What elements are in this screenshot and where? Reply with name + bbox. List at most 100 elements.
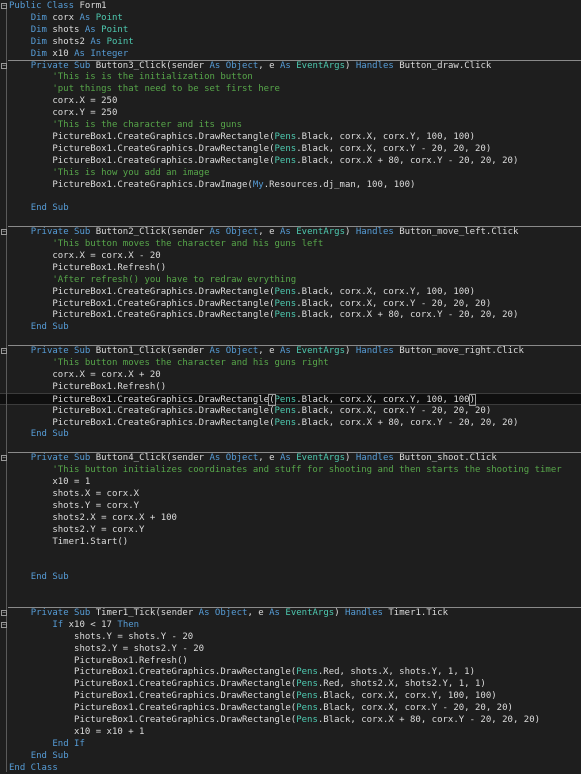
code-line[interactable]: shots.Y = corx.Y	[0, 500, 581, 512]
code-token: Button1_Click(sender	[95, 346, 210, 357]
code-line-text: shots.X = corx.X	[9, 488, 139, 500]
code-line[interactable]: End Sub	[0, 202, 581, 214]
code-line[interactable]: PictureBox1.Refresh()	[0, 655, 581, 667]
code-line[interactable]: PictureBox1.CreateGraphics.DrawRectangle…	[0, 155, 581, 167]
current-code-line[interactable]: PictureBox1.CreateGraphics.DrawRectangle…	[0, 392, 581, 406]
code-token: PictureBox1.Refresh()	[9, 262, 167, 273]
code-line[interactable]: PictureBox1.CreateGraphics.DrawRectangle…	[0, 417, 581, 429]
code-line[interactable]: 'This is the character and its guns	[0, 119, 581, 131]
code-line[interactable]: x10 = 1	[0, 476, 581, 488]
code-token: PictureBox1.CreateGraphics.DrawRectangle…	[9, 405, 275, 416]
code-line[interactable]: PictureBox1.Refresh()	[0, 262, 581, 274]
type-token: Point	[95, 12, 123, 23]
code-line[interactable]: PictureBox1.CreateGraphics.DrawRectangle…	[0, 286, 581, 298]
keyword-token: As	[269, 607, 286, 618]
code-token: corx.Y = 250	[9, 108, 118, 119]
code-line[interactable]: PictureBox1.CreateGraphics.DrawRectangle…	[0, 702, 581, 714]
code-line[interactable]: PictureBox1.CreateGraphics.DrawRectangle…	[0, 666, 581, 678]
code-line[interactable]: End Sub	[0, 321, 581, 333]
code-line[interactable]: End Sub	[0, 428, 581, 440]
code-line[interactable]: shots2.Y = corx.Y	[0, 524, 581, 536]
code-line[interactable]: 'put things that need to be set first he…	[0, 83, 581, 95]
code-line-text: PictureBox1.CreateGraphics.DrawRectangle…	[9, 417, 518, 429]
code-line[interactable]: 'This is how you add an image	[0, 167, 581, 179]
code-line[interactable]: x10 = x10 + 1	[0, 726, 581, 738]
code-line[interactable]	[0, 547, 581, 559]
code-line[interactable]: PictureBox1.CreateGraphics.DrawImage(My.…	[0, 179, 581, 191]
code-line[interactable]: If x10 < 17 Then	[0, 619, 581, 631]
code-line[interactable]: End If	[0, 738, 581, 750]
code-editor[interactable]: Public Class Form1 Dim corx As Point Dim…	[0, 0, 581, 773]
code-line[interactable]: 'This button initializes coordinates and…	[0, 464, 581, 476]
code-line[interactable]: shots2.Y = shots2.Y - 20	[0, 643, 581, 655]
code-line-text: End Sub	[9, 428, 69, 440]
code-line-text: PictureBox1.CreateGraphics.DrawRectangle…	[9, 405, 491, 417]
code-line[interactable]: 'This is is the initialization button	[0, 71, 581, 83]
type-token: EventArgs	[296, 346, 346, 357]
code-line[interactable]	[0, 333, 581, 345]
code-token: shots	[52, 24, 85, 35]
code-line[interactable]: PictureBox1.CreateGraphics.DrawRectangle…	[0, 678, 581, 690]
code-line[interactable]	[0, 190, 581, 202]
collapse-icon[interactable]: −	[1, 229, 7, 236]
code-line[interactable]: Public Class Form1	[0, 0, 581, 12]
code-line[interactable]: shots.X = corx.X	[0, 488, 581, 500]
collapse-icon[interactable]: −	[1, 62, 7, 69]
code-token: PictureBox1.Refresh()	[9, 655, 188, 666]
code-token: PictureBox1.CreateGraphics.DrawRectangle…	[9, 143, 275, 154]
code-line[interactable]: Private Sub Button4_Click(sender As Obje…	[0, 452, 581, 464]
collapse-icon[interactable]: −	[1, 621, 7, 628]
code-line[interactable]: Private Sub Button2_Click(sender As Obje…	[0, 226, 581, 238]
code-line[interactable]: 'This button moves the character and his…	[0, 238, 581, 250]
code-line[interactable]: corx.X = corx.X - 20	[0, 250, 581, 262]
code-line[interactable]	[0, 559, 581, 571]
collapse-icon[interactable]: −	[1, 3, 7, 9]
comment-token: 'This button initializes coordinates and…	[9, 465, 562, 476]
method-separator	[8, 452, 581, 454]
collapse-icon[interactable]: −	[1, 348, 7, 355]
code-line[interactable]: corx.X = 250	[0, 95, 581, 107]
code-line-text: 'This is the character and its guns	[9, 119, 242, 131]
code-line[interactable]: corx.X = corx.X + 20	[0, 369, 581, 381]
keyword-token: Handles	[355, 60, 400, 71]
code-line[interactable]	[0, 440, 581, 452]
code-line[interactable]: Dim shots2 As Point	[0, 36, 581, 48]
code-line[interactable]: Private Sub Timer1_Tick(sender As Object…	[0, 607, 581, 619]
collapse-icon[interactable]: −	[1, 455, 7, 462]
code-line[interactable]: Timer1.Start()	[0, 536, 581, 548]
code-token: corx.X = corx.X - 20	[9, 250, 161, 261]
code-line[interactable]: shots.Y = shots.Y - 20	[0, 631, 581, 643]
code-line[interactable]: PictureBox1.CreateGraphics.DrawRectangle…	[0, 131, 581, 143]
code-line[interactable]: End Class	[0, 762, 581, 774]
code-line[interactable]: Dim x10 As Integer	[0, 48, 581, 60]
code-line[interactable]: Dim corx As Point	[0, 12, 581, 24]
code-token: .Red, shots.X, shots.Y, 1, 1)	[317, 667, 476, 678]
code-line[interactable]: PictureBox1.CreateGraphics.DrawRectangle…	[0, 690, 581, 702]
code-line[interactable]: End Sub	[0, 750, 581, 762]
code-line[interactable]	[0, 583, 581, 595]
code-line[interactable]: PictureBox1.CreateGraphics.DrawRectangle…	[0, 309, 581, 321]
code-line[interactable]: End Sub	[0, 571, 581, 583]
code-line[interactable]: PictureBox1.CreateGraphics.DrawRectangle…	[0, 714, 581, 726]
code-line[interactable]: Dim shots As Point	[0, 24, 581, 36]
code-line[interactable]: 'This button moves the character and his…	[0, 357, 581, 369]
code-token: PictureBox1.CreateGraphics.DrawImage(	[9, 179, 253, 190]
code-line[interactable]: PictureBox1.CreateGraphics.DrawRectangle…	[0, 405, 581, 417]
code-line[interactable]: Private Sub Button1_Click(sender As Obje…	[0, 345, 581, 357]
code-line[interactable]: corx.Y = 250	[0, 107, 581, 119]
code-line[interactable]: Private Sub Button3_Click(sender As Obje…	[0, 60, 581, 72]
collapse-icon[interactable]: −	[1, 609, 7, 616]
code-line[interactable]: shots2.X = corx.X + 100	[0, 512, 581, 524]
code-line[interactable]: PictureBox1.CreateGraphics.DrawRectangle…	[0, 298, 581, 310]
code-line-text: PictureBox1.CreateGraphics.DrawRectangle…	[9, 143, 491, 155]
keyword-token: Dim	[30, 48, 53, 59]
code-line[interactable]	[0, 595, 581, 607]
code-line[interactable]	[0, 214, 581, 226]
code-line[interactable]: 'After refresh() you have to redraw evry…	[0, 274, 581, 286]
code-line[interactable]: PictureBox1.Refresh()	[0, 381, 581, 393]
code-line[interactable]: PictureBox1.CreateGraphics.DrawRectangle…	[0, 143, 581, 155]
code-line-text: End Sub	[9, 321, 69, 333]
